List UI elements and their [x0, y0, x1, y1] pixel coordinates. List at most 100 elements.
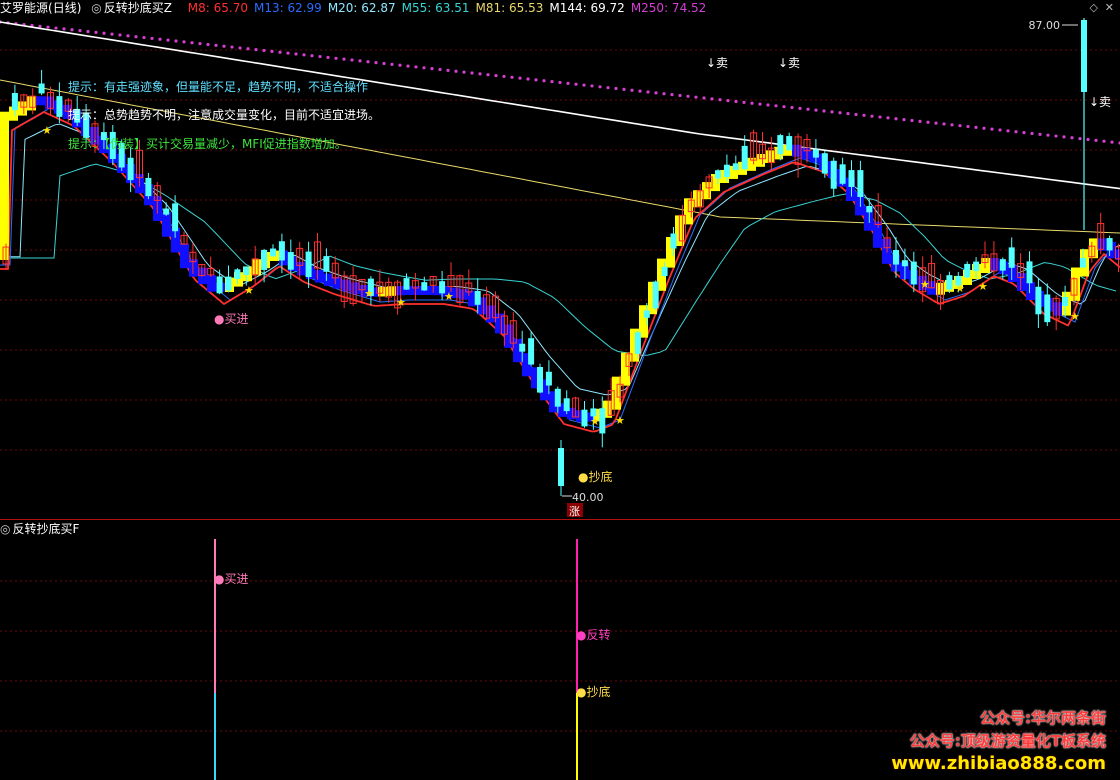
star-icon: ★ [444, 290, 454, 303]
ma-readout-m250: M250: 74.52 [630, 1, 707, 15]
ma55-line [0, 163, 1117, 356]
restore-icon[interactable]: ◇ [1090, 1, 1098, 14]
candle-body-down [848, 170, 855, 187]
ma250-dot [766, 103, 770, 107]
ma250-dot [1030, 131, 1034, 136]
star-icon: ★ [955, 282, 965, 295]
ma250-dot [470, 71, 474, 75]
ma250-dot [550, 80, 554, 84]
stock-name[interactable]: 艾罗能源 [0, 1, 48, 15]
settings-circle-icon[interactable]: ◎ [91, 1, 101, 15]
ribbon-down-block [792, 144, 801, 157]
ma250-dot [870, 114, 874, 118]
ma250-dot [990, 127, 994, 131]
candle-body-down [163, 208, 170, 215]
ma250-dot [598, 85, 602, 89]
ma250-dot [166, 38, 170, 42]
ma250-dot [1110, 140, 1114, 144]
ma250-dot [310, 54, 314, 58]
ribbon-up-block [756, 154, 765, 167]
ma250-dot [918, 119, 922, 123]
sub-buy-in-label: ●买进 [214, 572, 248, 586]
candle-body-down [234, 269, 241, 279]
ma250-dot [638, 89, 642, 93]
price-high-label: 87.00 [1029, 19, 1061, 32]
ma250-dot [694, 95, 698, 99]
candle-body-down [777, 135, 784, 155]
period-label[interactable]: (日线) [48, 1, 81, 15]
sell-signal: ↓卖 [778, 56, 800, 70]
candle-body-down [323, 256, 330, 272]
candle-body-down [599, 408, 606, 434]
ma250-dot [790, 105, 794, 110]
ribbon-up-block [0, 111, 9, 260]
ma250-dot [422, 66, 426, 70]
ma250-dot [206, 42, 210, 47]
ribbon-up-block [18, 101, 27, 116]
ma250-dot [158, 37, 162, 41]
sub-reversal-label: ●反转 [576, 627, 610, 642]
candle-body-down [732, 163, 739, 170]
ma250-dot [62, 27, 66, 31]
ribbon-down-block [315, 270, 324, 283]
ma250-dot [478, 72, 482, 76]
ma250-dot [606, 86, 610, 90]
candle-body-down [278, 241, 285, 261]
ma250-dot [1086, 137, 1090, 142]
candle-body-down [964, 263, 971, 278]
ma250-dot [670, 92, 674, 97]
close-icon[interactable]: ✕ [1105, 1, 1114, 14]
ma250-dot [94, 30, 98, 34]
candle-body-down [270, 248, 276, 257]
candle-body-down [545, 371, 552, 386]
ma250-dot [1014, 130, 1018, 134]
candle-body-down [999, 259, 1006, 271]
candle-body-down [403, 278, 410, 290]
ma250-dot [734, 99, 738, 104]
ma250-dot [718, 98, 722, 102]
star-icon: ★ [1070, 310, 1080, 323]
candle-body-down [866, 206, 873, 213]
ma250-dot [590, 84, 594, 88]
ribbon-down-block [1053, 302, 1062, 316]
candle-body-down [581, 409, 588, 427]
ma250-dot [486, 73, 490, 77]
settings-circle-icon[interactable]: ◎ [0, 522, 10, 536]
ma250-dot [1046, 133, 1050, 137]
candle-body-down [723, 164, 730, 177]
ma250-dot [366, 60, 370, 64]
ma-readout-m55: M55: 63.51 [401, 1, 470, 15]
ma250-dot [1022, 130, 1026, 135]
ma-readout-m144: M144: 69.72 [549, 1, 625, 15]
candle-body-down [670, 233, 677, 249]
indicator-name-sub[interactable]: 反转抄底买F [12, 522, 79, 536]
ma250-dot [238, 46, 242, 50]
ma250-dot [782, 105, 786, 109]
indicator-name-main[interactable]: ◎ 反转抄底买Z [91, 1, 178, 15]
ribbon-down-block [801, 147, 810, 160]
ribbon-down-block [1026, 282, 1035, 300]
ma250-dot [1054, 134, 1058, 138]
candle-body-down [1079, 257, 1086, 268]
ma250-dot [974, 125, 978, 130]
ma250-dot [270, 49, 274, 53]
ribbon-down-block [45, 96, 54, 110]
ma250-dot [382, 61, 386, 66]
ma250-dot [742, 100, 746, 104]
ma250-dot [286, 51, 290, 55]
ma250-dot [630, 88, 634, 92]
ma250-dot [454, 69, 458, 73]
candle-body-down [812, 149, 819, 158]
ma250-dot [1094, 138, 1098, 142]
ma250-dot [654, 91, 658, 95]
ma250-dot [230, 45, 234, 49]
candle-body-down [786, 136, 793, 151]
ma250-dot [214, 43, 218, 47]
ma250-dot [142, 35, 146, 40]
ma250-dot [518, 76, 522, 80]
ma250-dot [702, 96, 706, 100]
candle-body-down [537, 367, 543, 393]
ma250-dot [430, 67, 434, 71]
ribbon-down-block [873, 221, 882, 248]
ma250-dot [1078, 137, 1082, 141]
